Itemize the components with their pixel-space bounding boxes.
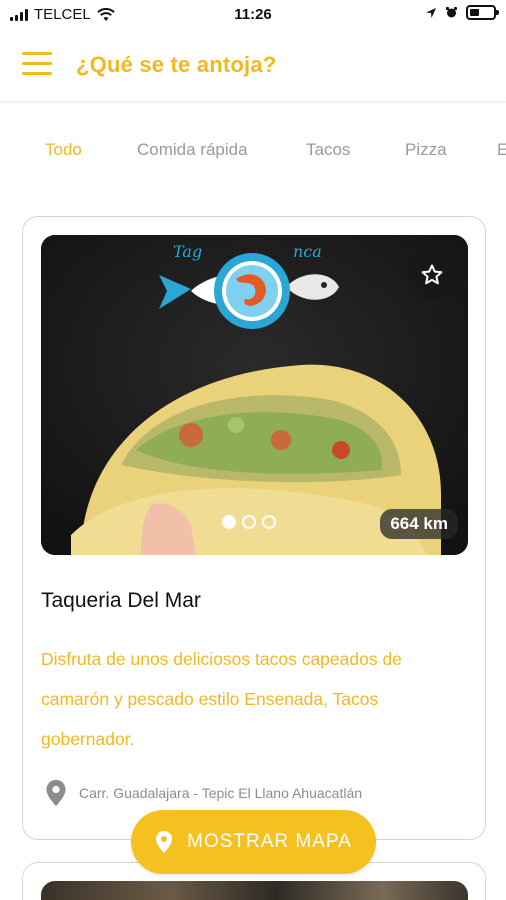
image-carousel-dots xyxy=(222,515,276,529)
hamburger-menu-button[interactable] xyxy=(22,52,54,76)
show-map-label: MOSTRAR MAPA xyxy=(187,831,352,852)
carousel-dot-3[interactable] xyxy=(262,515,276,529)
battery-level xyxy=(470,9,479,16)
status-bar: TELCEL 11:26 xyxy=(0,0,506,30)
taco-photo-illustration: Tag nca xyxy=(41,235,468,555)
battery-icon xyxy=(466,5,499,20)
restaurant-card[interactable]: Tag nca 664 km Taqueria Del Mar Disfruta… xyxy=(22,216,486,840)
restaurant-name[interactable]: Taqueria Del Mar xyxy=(41,589,201,613)
svg-text:nca: nca xyxy=(293,242,322,261)
alarm-clock-icon xyxy=(445,6,458,18)
carousel-dot-1[interactable] xyxy=(222,515,236,529)
star-outline-icon xyxy=(421,264,443,285)
hamburger-icon-bar xyxy=(22,62,52,65)
tab-todo[interactable]: Todo xyxy=(45,140,82,160)
carousel-dot-2[interactable] xyxy=(242,515,256,529)
tab-comida-rapida[interactable]: Comida rápida xyxy=(137,140,248,160)
restaurant-description: Disfruta de unos deliciosos tacos capead… xyxy=(41,649,402,749)
category-tabs: Todo Comida rápida Tacos Pizza E xyxy=(0,128,506,178)
location-pin-icon xyxy=(46,780,66,806)
location-arrow-icon xyxy=(426,7,436,18)
address-text: Carr. Guadalajara - Tepic El Llano Ahuac… xyxy=(79,785,363,801)
tab-next[interactable]: E xyxy=(497,140,506,160)
tab-pizza[interactable]: Pizza xyxy=(405,140,447,160)
status-right xyxy=(425,5,499,20)
distance-badge: 664 km xyxy=(380,509,458,539)
app-header: ¿Qué se te antoja? xyxy=(0,30,506,102)
restaurant-address: Carr. Guadalajara - Tepic El Llano Ahuac… xyxy=(45,779,362,807)
favorite-button[interactable] xyxy=(408,251,456,299)
restaurant-photo-2[interactable] xyxy=(41,881,468,900)
show-map-button[interactable]: MOSTRAR MAPA xyxy=(131,810,376,874)
location-pin-icon xyxy=(156,831,173,853)
tab-tacos[interactable]: Tacos xyxy=(306,140,350,160)
hamburger-icon-bar xyxy=(22,72,52,75)
svg-text:Tag: Tag xyxy=(173,242,202,261)
hamburger-icon xyxy=(22,52,52,55)
page-title: ¿Qué se te antoja? xyxy=(76,52,277,77)
restaurant-photo[interactable]: Tag nca 664 km xyxy=(41,235,468,555)
